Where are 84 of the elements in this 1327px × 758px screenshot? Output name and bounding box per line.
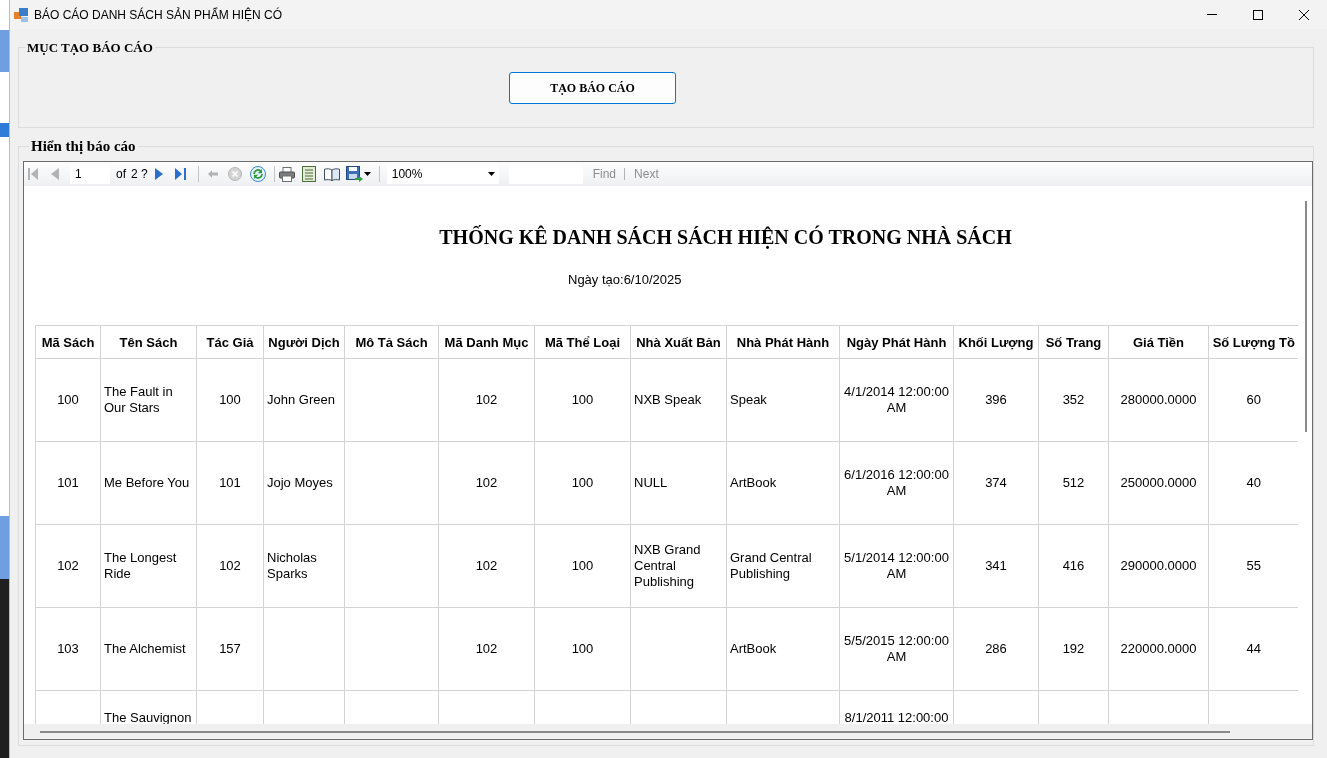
column-header: Khối Lượng <box>953 325 1039 359</box>
table-cell: 396 <box>953 358 1039 442</box>
table-cell: 100 <box>35 358 101 442</box>
report-date: Ngày tạo:6/10/2025 <box>568 272 682 287</box>
minimize-icon <box>1207 14 1217 15</box>
table-cell: 102 <box>438 441 535 525</box>
page-count-label: 2 ? <box>131 167 148 181</box>
zoom-dropdown[interactable]: 100% <box>386 164 499 184</box>
table-cell: Speak <box>726 358 840 442</box>
refresh-icon[interactable] <box>249 166 266 182</box>
column-header: Mã Danh Mục <box>438 325 535 359</box>
table-cell: Nicholas Sparks <box>263 524 345 608</box>
report-title: THỐNG KÊ DANH SÁCH SÁCH HIỆN CÓ TRONG NHÀ SÁCH <box>439 226 1012 248</box>
table-cell: 157 <box>196 607 264 691</box>
table-cell: 5/5/2015 12:00:00 AM <box>839 607 954 691</box>
table-cell: 103 <box>35 607 101 691</box>
page-number-field[interactable]: 1 <box>70 164 110 184</box>
group-title: Hiển thị báo cáo <box>30 137 137 155</box>
table-cell: NXB Grand Central Publishing <box>630 524 727 608</box>
table-cell: NULL <box>630 441 727 525</box>
table-cell: 102 <box>438 607 535 691</box>
table-cell: 100 <box>534 358 631 442</box>
table-cell: 290000.0000 <box>1108 524 1209 608</box>
table-cell: 102 <box>438 358 535 442</box>
window-title: BÁO CÁO DANH SÁCH SẢN PHẨM HIỆN CÓ <box>34 7 283 22</box>
book-icon[interactable] <box>323 167 340 181</box>
create-report-button[interactable]: TẠO BÁO CÁO <box>509 72 676 104</box>
column-header: Mã Sách <box>35 325 101 359</box>
column-header: Ngày Phát Hành <box>839 325 954 359</box>
page-layout-icon[interactable] <box>301 166 316 182</box>
table-cell: 416 <box>1038 524 1109 608</box>
caret-icon <box>487 172 495 176</box>
next-page-icon[interactable] <box>154 168 163 180</box>
table-cell: 4/1/2014 12:00:00 AM <box>839 358 954 442</box>
table-cell: The Alchemist <box>100 607 197 691</box>
table-cell: 374 <box>953 441 1039 525</box>
table-cell: NXB Speak <box>630 358 727 442</box>
caret-icon[interactable] <box>363 172 371 176</box>
table-cell: 102 <box>438 524 535 608</box>
table-cell: The Longest Ride <box>100 524 197 608</box>
table-cell: Grand Central Publishing <box>726 524 840 608</box>
close-icon <box>1299 9 1309 20</box>
table-cell: 102 <box>35 524 101 608</box>
table-cell: The Fault in Our Stars <box>100 358 197 442</box>
table-cell: 280000.0000 <box>1108 358 1209 442</box>
column-header: Giá Tiền <box>1108 325 1209 359</box>
maximize-icon <box>1253 9 1263 20</box>
table-cell: 286 <box>953 607 1039 691</box>
last-page-icon[interactable] <box>174 168 186 180</box>
table-cell: 100 <box>534 524 631 608</box>
app-icon <box>14 7 28 22</box>
column-header: Nhà Phát Hành <box>726 325 840 359</box>
table-cell: Me Before You <box>100 441 197 525</box>
group-title: MỤC TẠO BÁO CÁO <box>26 40 154 55</box>
table-cell: ArtBook <box>726 441 840 525</box>
table-cell: 512 <box>1038 441 1109 525</box>
table-cell: 220000.0000 <box>1108 607 1209 691</box>
table-cell: 102 <box>196 524 264 608</box>
column-header: Mã Thể Loại <box>534 325 631 359</box>
horizontal-scrollbar[interactable] <box>24 724 1312 739</box>
horizontal-scrollbar-thumb[interactable] <box>40 730 1230 733</box>
print-icon[interactable] <box>278 166 295 182</box>
table-cell: 192 <box>1038 607 1109 691</box>
column-header: Tác Giả <box>196 325 264 359</box>
table-cell: 341 <box>953 524 1039 608</box>
table-cell: 250000.0000 <box>1108 441 1209 525</box>
table-cell: 100 <box>196 358 264 442</box>
table-cell: 6/1/2016 12:00:00 AM <box>839 441 954 525</box>
table-cell: ArtBook <box>726 607 840 691</box>
table-cell: 100 <box>534 607 631 691</box>
table-cell: 100 <box>534 441 631 525</box>
vertical-scrollbar-thumb[interactable] <box>1305 201 1307 432</box>
table-cell: John Green <box>263 358 345 442</box>
column-header: Nhà Xuất Bản <box>630 325 727 359</box>
table-cell: 101 <box>196 441 264 525</box>
column-header: Người Dịch <box>263 325 345 359</box>
column-header: Tên Sách <box>100 325 197 359</box>
table-cell: 101 <box>35 441 101 525</box>
table-cell: 5/1/2014 12:00:00 AM <box>839 524 954 608</box>
page-of-label: of <box>116 167 126 181</box>
table-cell: Jojo Moyes <box>263 441 345 525</box>
column-header: Số Trang <box>1038 325 1109 359</box>
column-header: Mô Tả Sách <box>344 325 439 359</box>
table-cell: 352 <box>1038 358 1109 442</box>
